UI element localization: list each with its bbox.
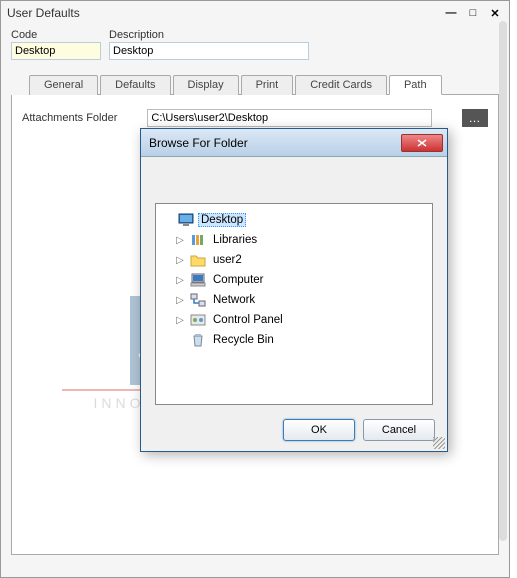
code-label: Code: [11, 29, 101, 41]
description-input[interactable]: [109, 42, 309, 60]
folder-tree[interactable]: Desktop ▷ Libraries ▷ user2 ▷: [155, 203, 433, 405]
tab-defaults[interactable]: Defaults: [100, 75, 170, 95]
close-icon: [417, 139, 427, 147]
expander-icon[interactable]: ▷: [174, 235, 186, 246]
tree-item-recycle-bin[interactable]: Recycle Bin: [174, 330, 426, 350]
browse-button[interactable]: …: [462, 109, 488, 127]
expander-icon[interactable]: ▷: [174, 315, 186, 326]
control-panel-icon: [190, 312, 206, 328]
desktop-icon: [178, 212, 194, 228]
tree-label: Recycle Bin: [210, 333, 277, 347]
maximize-button[interactable]: □: [465, 6, 481, 20]
tree-label: Desktop: [198, 213, 246, 227]
dialog-title: Browse For Folder: [149, 136, 248, 150]
dialog-button-row: OK Cancel: [283, 419, 435, 441]
window-title: User Defaults: [7, 6, 80, 20]
recycle-bin-icon: [190, 332, 206, 348]
tab-print[interactable]: Print: [241, 75, 294, 95]
attachments-folder-label: Attachments Folder: [22, 112, 117, 124]
tree-label: Computer: [210, 273, 267, 287]
expander-icon[interactable]: ▷: [174, 295, 186, 306]
close-button[interactable]: ✕: [487, 6, 503, 20]
tree-item-control-panel[interactable]: ▷ Control Panel: [174, 310, 426, 330]
tree-label: Control Panel: [210, 313, 286, 327]
browse-for-folder-dialog: Browse For Folder Desktop ▷ Libraries: [140, 128, 448, 452]
form-row: Code Description: [1, 25, 509, 64]
libraries-icon: [190, 232, 206, 248]
ok-button[interactable]: OK: [283, 419, 355, 441]
description-label: Description: [109, 29, 309, 41]
expander-icon[interactable]: ▷: [174, 275, 186, 286]
expander-icon[interactable]: ▷: [174, 255, 186, 266]
scrollbar[interactable]: [499, 21, 507, 541]
window-controls: — □ ✕: [443, 6, 503, 20]
tab-general[interactable]: General: [29, 75, 98, 95]
computer-icon: [190, 272, 206, 288]
tree-item-libraries[interactable]: ▷ Libraries: [174, 230, 426, 250]
tree-item-user2[interactable]: ▷ user2: [174, 250, 426, 270]
tree-label: Network: [210, 293, 258, 307]
tab-path[interactable]: Path: [389, 75, 442, 95]
tabs-row: General Defaults Display Print Credit Ca…: [29, 74, 499, 95]
resize-grip[interactable]: [433, 437, 445, 449]
network-icon: [190, 292, 206, 308]
title-bar: User Defaults — □ ✕: [1, 1, 509, 25]
tree-label: Libraries: [210, 233, 260, 247]
tab-display[interactable]: Display: [173, 75, 239, 95]
tree-item-computer[interactable]: ▷ Computer: [174, 270, 426, 290]
minimize-button[interactable]: —: [443, 6, 459, 20]
attachments-folder-input[interactable]: [147, 109, 432, 127]
tree-item-network[interactable]: ▷ Network: [174, 290, 426, 310]
folder-icon: [190, 252, 206, 268]
cancel-button[interactable]: Cancel: [363, 419, 435, 441]
dialog-title-bar: Browse For Folder: [141, 129, 447, 157]
code-input[interactable]: [11, 42, 101, 60]
dialog-close-button[interactable]: [401, 134, 443, 152]
tree-label: user2: [210, 253, 245, 267]
tree-item-desktop[interactable]: Desktop: [162, 210, 426, 230]
dialog-body: Desktop ▷ Libraries ▷ user2 ▷: [141, 157, 447, 387]
attachments-row: Attachments Folder …: [22, 109, 488, 127]
tab-credit-cards[interactable]: Credit Cards: [295, 75, 387, 95]
